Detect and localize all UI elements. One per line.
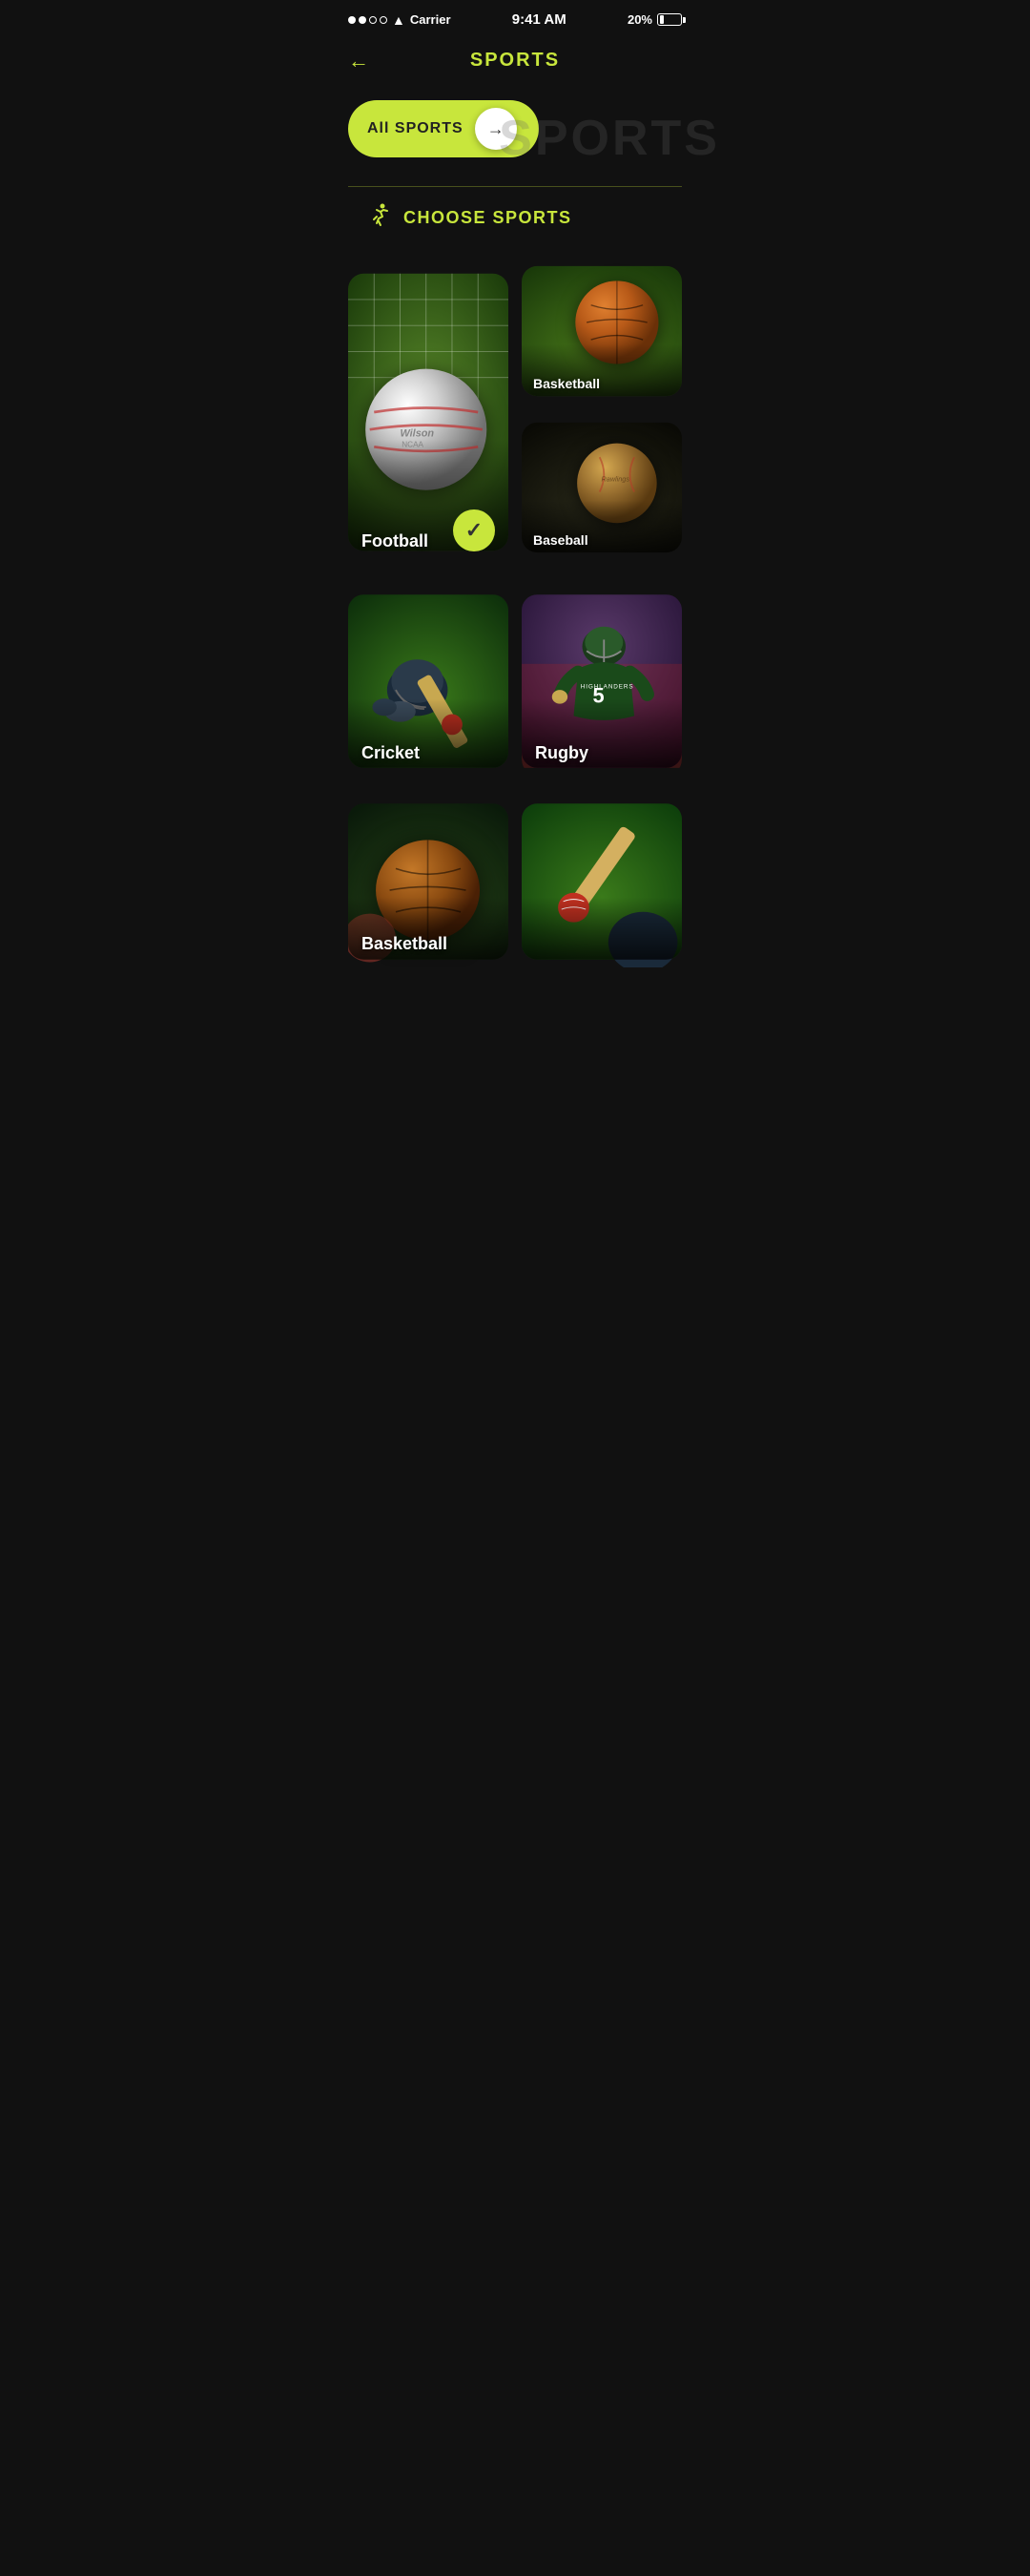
- carrier-label: Carrier: [410, 12, 451, 27]
- signal-dots: [348, 16, 387, 24]
- sport-card-cricket[interactable]: Cricket: [348, 586, 508, 777]
- battery-percent: 20%: [628, 12, 652, 27]
- status-time: 9:41 AM: [512, 11, 566, 28]
- toggle-section: All SPORTS → SPORTS: [329, 91, 701, 186]
- football-name: Football: [361, 531, 428, 551]
- status-left: ▲ Carrier: [348, 12, 451, 28]
- section-header: CHOOSE SPORTS: [348, 186, 682, 240]
- toggle-circle: →: [475, 108, 517, 150]
- sport-card-football[interactable]: Wilson NCAA Football ✓: [348, 260, 508, 565]
- section-title: CHOOSE SPORTS: [403, 208, 572, 228]
- sports-grid-bottom: Cricket: [329, 572, 701, 796]
- sports-grid: Wilson NCAA Football ✓: [329, 240, 701, 572]
- back-button[interactable]: ←: [348, 49, 369, 73]
- page-header: ← SPORTS: [329, 35, 701, 91]
- sports-grid-bottom-2: Basketball: [329, 796, 701, 987]
- cricket-name: Cricket: [361, 743, 420, 762]
- sport-card-cricket2[interactable]: [522, 796, 682, 967]
- sport-card-basketball[interactable]: Basketball: [522, 260, 682, 403]
- baseball-card-content: Rawlings Baseball: [522, 416, 682, 559]
- sport-card-rugby[interactable]: 5 HIGHLANDERS Rugby: [522, 586, 682, 777]
- football-check: ✓: [453, 509, 495, 551]
- signal-dot-2: [359, 16, 366, 24]
- basketball-card-content: Basketball: [522, 260, 682, 403]
- sport-card-basketball2[interactable]: Basketball: [348, 796, 508, 967]
- basketball-name: Basketball: [533, 376, 600, 391]
- battery-fill: [660, 15, 664, 24]
- rugby-card-content: 5 HIGHLANDERS Rugby: [522, 586, 682, 777]
- sports-icon: [367, 202, 392, 233]
- page-title: SPORTS: [470, 50, 560, 72]
- toggle-arrow: →: [487, 119, 505, 139]
- right-column: Basketball: [522, 260, 682, 559]
- signal-dot-3: [369, 16, 377, 24]
- football-card-content: Wilson NCAA Football ✓: [348, 260, 508, 565]
- toggle-label: All SPORTS: [367, 120, 464, 137]
- sport-card-baseball[interactable]: Rawlings Baseball: [522, 416, 682, 559]
- cricket2-card-content: [522, 796, 682, 967]
- signal-dot-4: [380, 16, 387, 24]
- status-bar: ▲ Carrier 9:41 AM 20%: [329, 0, 701, 35]
- status-right: 20%: [628, 12, 682, 27]
- basketball2-name: Basketball: [361, 934, 447, 953]
- battery-icon: [657, 13, 682, 26]
- wifi-icon: ▲: [392, 12, 405, 28]
- rugby-name: Rugby: [535, 743, 588, 762]
- signal-dot-1: [348, 16, 356, 24]
- baseball-name: Baseball: [533, 532, 588, 548]
- cricket-card-content: Cricket: [348, 586, 508, 777]
- basketball2-card-content: Basketball: [348, 796, 508, 967]
- all-sports-toggle[interactable]: All SPORTS →: [348, 100, 539, 157]
